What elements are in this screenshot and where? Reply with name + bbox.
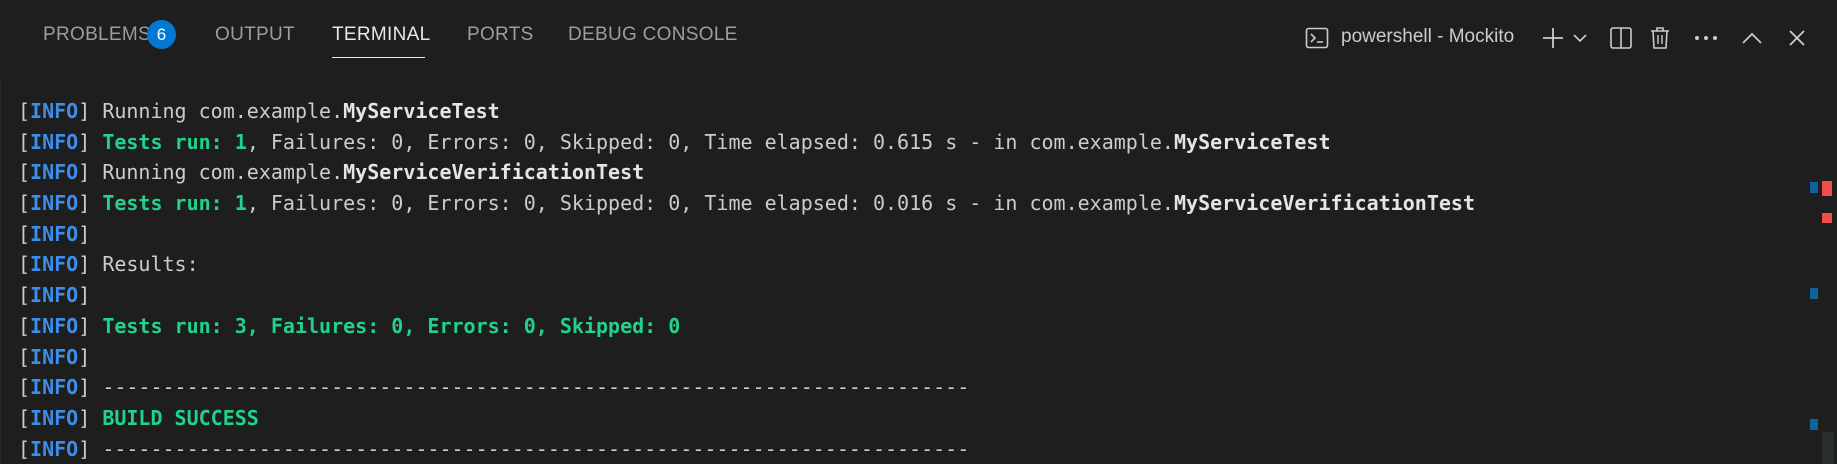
log-highlight: Tests run: 3, Failures: 0, Errors: 0, Sk… <box>102 313 681 338</box>
terminal-line: [INFO] Running com.example.MyServiceTest <box>18 96 1808 127</box>
bracket-open: [ <box>18 344 31 369</box>
bracket-close: ] <box>78 283 103 308</box>
bracket-close: ] <box>78 191 103 216</box>
bracket-close: ] <box>78 221 103 246</box>
log-text: ----------------------------------------… <box>102 436 970 461</box>
tab-output[interactable]: OUTPUT <box>215 24 295 58</box>
log-level: INFO <box>30 313 79 338</box>
log-level: INFO <box>30 375 79 400</box>
scrollbar-thumb[interactable] <box>1822 432 1834 464</box>
more-icon[interactable] <box>1689 20 1723 56</box>
log-highlight: Tests run: 1 <box>102 191 247 216</box>
tab-output-label: OUTPUT <box>215 24 295 45</box>
bracket-open: [ <box>18 160 31 185</box>
tab-terminal[interactable]: TERMINAL <box>332 24 430 58</box>
terminal-line: [INFO] <box>18 280 1808 311</box>
terminal-line: [INFO] BUILD SUCCESS <box>18 403 1808 434</box>
terminal-line: [INFO] Running com.example.MyServiceVeri… <box>18 157 1808 188</box>
bracket-open: [ <box>18 436 31 461</box>
log-text: Running com.example. <box>102 99 344 123</box>
top-edge <box>0 0 1837 4</box>
bracket-close: ] <box>78 436 103 461</box>
bracket-open: [ <box>18 283 31 308</box>
log-text: , Failures: 0, Errors: 0, Skipped: 0, Ti… <box>246 191 1174 216</box>
tab-ports-label: PORTS <box>467 24 534 45</box>
tab-debug-console[interactable]: DEBUG CONSOLE <box>568 24 738 58</box>
log-level: INFO <box>30 344 79 369</box>
terminal-output[interactable]: [INFO] Running com.example.MyServiceTest… <box>18 96 1808 464</box>
log-text: Results: <box>102 252 199 277</box>
bracket-close: ] <box>78 129 103 154</box>
terminal-line: [INFO] Tests run: 3, Failures: 0, Errors… <box>18 311 1808 342</box>
log-highlight: Tests run: 1 <box>102 129 247 154</box>
class-name: MyServiceTest <box>343 99 500 123</box>
bracket-close: ] <box>78 405 103 430</box>
log-level: INFO <box>30 405 79 430</box>
log-level: INFO <box>30 160 79 185</box>
overview-marker <box>1810 182 1818 193</box>
bracket-close: ] <box>78 160 103 185</box>
log-level: INFO <box>30 283 79 308</box>
tab-problems[interactable]: PROBLEMS <box>43 24 151 58</box>
panel-header: PROBLEMS 6 OUTPUT TERMINAL PORTS DEBUG C… <box>0 6 1837 62</box>
tab-terminal-label: TERMINAL <box>332 24 431 45</box>
bracket-close: ] <box>78 252 103 277</box>
class-name: MyServiceTest <box>1173 129 1331 154</box>
tab-problems-label: PROBLEMS <box>43 24 151 45</box>
active-tab-indicator <box>332 57 425 58</box>
bracket-open: [ <box>18 405 31 430</box>
bracket-open: [ <box>18 375 31 400</box>
log-level: INFO <box>30 436 79 461</box>
terminal-line: [INFO] Tests run: 1, Failures: 0, Errors… <box>18 188 1808 219</box>
bracket-close: ] <box>78 344 103 369</box>
close-icon[interactable] <box>1782 20 1812 56</box>
log-level: INFO <box>30 252 79 277</box>
overview-marker <box>1810 419 1818 430</box>
terminal-line: [INFO] Results: <box>18 249 1808 280</box>
chevron-down-icon[interactable] <box>1569 20 1591 56</box>
panel-divider <box>0 80 1 464</box>
bracket-close: ] <box>78 313 103 338</box>
bracket-close: ] <box>78 375 103 400</box>
bracket-close: ] <box>78 99 103 123</box>
log-level: INFO <box>30 99 79 123</box>
overview-marker <box>1810 288 1818 299</box>
bracket-open: [ <box>18 129 31 154</box>
split-icon[interactable] <box>1606 20 1636 56</box>
terminal-icon[interactable] <box>1302 20 1332 56</box>
log-text: ----------------------------------------… <box>102 375 970 400</box>
log-highlight: BUILD SUCCESS <box>102 405 259 430</box>
terminal-line: [INFO] <box>18 342 1808 373</box>
terminal-line: [INFO] Tests run: 1, Failures: 0, Errors… <box>18 127 1808 158</box>
terminal-line: [INFO] <box>18 219 1808 250</box>
bracket-open: [ <box>18 191 31 216</box>
bracket-open: [ <box>18 252 31 277</box>
terminal-line: [INFO] ---------------------------------… <box>18 434 1808 464</box>
log-level: INFO <box>30 129 79 154</box>
class-name: MyServiceVerificationTest <box>1173 191 1476 216</box>
class-name: MyServiceVerificationTest <box>343 160 645 185</box>
add-icon[interactable] <box>1539 20 1567 56</box>
trash-icon[interactable] <box>1645 20 1675 56</box>
terminal-instance-label[interactable]: powershell - Mockito <box>1341 26 1514 48</box>
overview-marker <box>1822 213 1832 223</box>
bracket-open: [ <box>18 99 31 123</box>
log-text: , Failures: 0, Errors: 0, Skipped: 0, Ti… <box>246 129 1174 154</box>
overview-marker <box>1822 181 1832 196</box>
terminal-line: [INFO] ---------------------------------… <box>18 372 1808 403</box>
bracket-open: [ <box>18 313 31 338</box>
log-text: Running com.example. <box>102 160 344 185</box>
scrollbar[interactable] <box>1809 80 1837 464</box>
bracket-open: [ <box>18 221 31 246</box>
problems-count-badge: 6 <box>147 20 176 49</box>
tab-ports[interactable]: PORTS <box>467 24 534 58</box>
tab-debug-console-label: DEBUG CONSOLE <box>568 24 738 45</box>
maximize-icon[interactable] <box>1737 20 1767 56</box>
log-level: INFO <box>30 191 79 216</box>
log-level: INFO <box>30 221 79 246</box>
